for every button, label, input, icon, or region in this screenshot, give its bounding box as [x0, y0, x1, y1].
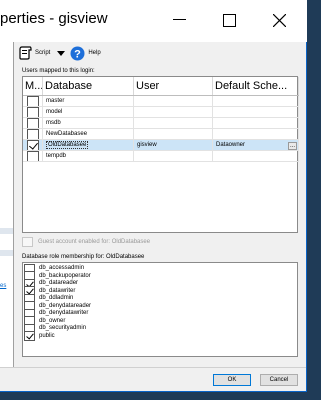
column-header-default-schema[interactable]: Default Sche...	[213, 77, 299, 95]
table-row[interactable]: msdb	[23, 118, 299, 129]
login-properties-window: perties - gisview es Script ? Help Users…	[0, 0, 307, 392]
database-cell: msdb	[43, 118, 134, 129]
column-header-map[interactable]: M...	[23, 77, 43, 95]
list-item[interactable]: db_backupoperator	[23, 271, 297, 282]
guest-account-label: Guest account enabled for: OldDatabasee	[38, 239, 151, 245]
title-bar[interactable]: perties - gisview	[0, 0, 307, 42]
browse-schema-button[interactable]: ...	[288, 141, 297, 150]
role-name: db_denydatareader	[39, 302, 92, 309]
role-name: db_owner	[39, 317, 66, 324]
dropdown-arrow-icon[interactable]	[57, 50, 66, 56]
maximize-icon	[222, 13, 236, 27]
list-item[interactable]: db_datareader	[23, 278, 297, 289]
help-button[interactable]: ? Help	[70, 46, 101, 61]
map-checkbox[interactable]	[27, 107, 39, 117]
table-row[interactable]: tempdb	[23, 151, 299, 162]
column-header-database[interactable]: Database	[43, 77, 134, 95]
help-icon: ?	[70, 46, 85, 60]
user-cell[interactable]: gisview	[134, 140, 213, 151]
map-checkbox[interactable]	[27, 129, 39, 139]
user-cell[interactable]	[134, 129, 213, 140]
maximize-button[interactable]	[214, 8, 244, 32]
map-checkbox[interactable]	[27, 96, 39, 106]
list-item[interactable]: db_denydatawriter	[23, 308, 297, 319]
schema-value: Dataowner	[216, 142, 246, 148]
role-name: db_datareader	[39, 280, 79, 287]
minimize-button[interactable]	[164, 8, 194, 32]
schema-cell[interactable]	[213, 107, 299, 118]
schema-cell[interactable]: Dataowner ...	[213, 140, 299, 151]
schema-cell[interactable]	[213, 151, 299, 162]
schema-cell[interactable]	[213, 129, 299, 140]
map-checkbox[interactable]	[27, 151, 39, 161]
map-checkbox-checked[interactable]	[27, 140, 39, 150]
role-name: db_datawriter	[39, 287, 76, 294]
role-name: db_backupoperator	[39, 272, 91, 279]
script-icon	[19, 46, 32, 60]
table-row-selected[interactable]: OldDatabasee gisview Dataowner ...	[23, 140, 299, 151]
database-cell: model	[43, 107, 134, 118]
role-name: db_accessadmin	[39, 265, 85, 272]
list-item[interactable]: db_securityadmin	[23, 323, 297, 334]
script-label: Script	[35, 50, 51, 56]
guest-account-option: Guest account enabled for: OldDatabasee	[22, 237, 150, 247]
column-header-user[interactable]: User	[134, 77, 213, 95]
minimize-icon	[172, 19, 186, 20]
ok-button[interactable]: OK	[213, 374, 251, 386]
list-item[interactable]: db_datawriter	[23, 286, 297, 297]
user-cell[interactable]	[134, 96, 213, 107]
user-cell[interactable]	[134, 118, 213, 129]
table-row[interactable]: model	[23, 107, 299, 118]
list-item[interactable]: db_accessadmin	[23, 263, 297, 274]
role-membership-list: db_accessadmin db_backupoperator db_data…	[22, 262, 298, 357]
svg-text:?: ?	[74, 48, 81, 60]
toolbar: Script ? Help	[18, 44, 101, 62]
schema-cell[interactable]	[213, 96, 299, 107]
help-label: Help	[88, 50, 101, 56]
database-name: OldDatabasee	[46, 141, 89, 149]
table-row[interactable]: master	[23, 96, 299, 107]
list-item[interactable]: public	[23, 331, 297, 342]
cancel-button[interactable]: Cancel	[260, 374, 298, 386]
window-title: perties - gisview	[0, 10, 108, 27]
left-pane-section-header	[0, 250, 13, 256]
left-navigation-pane: es	[0, 42, 14, 367]
close-icon	[272, 13, 286, 27]
script-button[interactable]: Script	[18, 46, 50, 60]
role-name: db_securityadmin	[39, 325, 87, 332]
user-cell[interactable]	[134, 107, 213, 118]
guest-account-checkbox[interactable]	[22, 237, 33, 247]
user-cell[interactable]	[134, 151, 213, 162]
list-item[interactable]: db_ddladmin	[23, 293, 297, 304]
database-cell: OldDatabasee	[43, 140, 134, 151]
list-item[interactable]: db_denydatareader	[23, 301, 297, 312]
role-name: public	[39, 332, 55, 339]
database-cell: NewDatabasee	[43, 129, 134, 140]
footer-divider	[0, 367, 306, 368]
role-membership-label: Database role membership for: OldDatabas…	[22, 254, 145, 260]
database-cell: tempdb	[43, 151, 134, 162]
grid-header-row: M... Database User Default Sche...	[23, 77, 299, 96]
table-row[interactable]: NewDatabasee	[23, 129, 299, 140]
close-button[interactable]	[264, 8, 294, 32]
map-checkbox[interactable]	[27, 118, 39, 128]
database-cell: master	[43, 96, 134, 107]
left-pane-section-header	[0, 228, 13, 234]
users-mapped-label: Users mapped to this login:	[22, 68, 95, 74]
role-checkbox-checked[interactable]	[24, 331, 35, 342]
list-item[interactable]: db_owner	[23, 316, 297, 327]
role-name: db_ddladmin	[39, 295, 74, 302]
users-mapping-grid: M... Database User Default Sche... maste…	[22, 76, 299, 233]
schema-cell[interactable]	[213, 118, 299, 129]
left-pane-link[interactable]: es	[0, 283, 6, 289]
role-name: db_denydatawriter	[39, 310, 89, 317]
